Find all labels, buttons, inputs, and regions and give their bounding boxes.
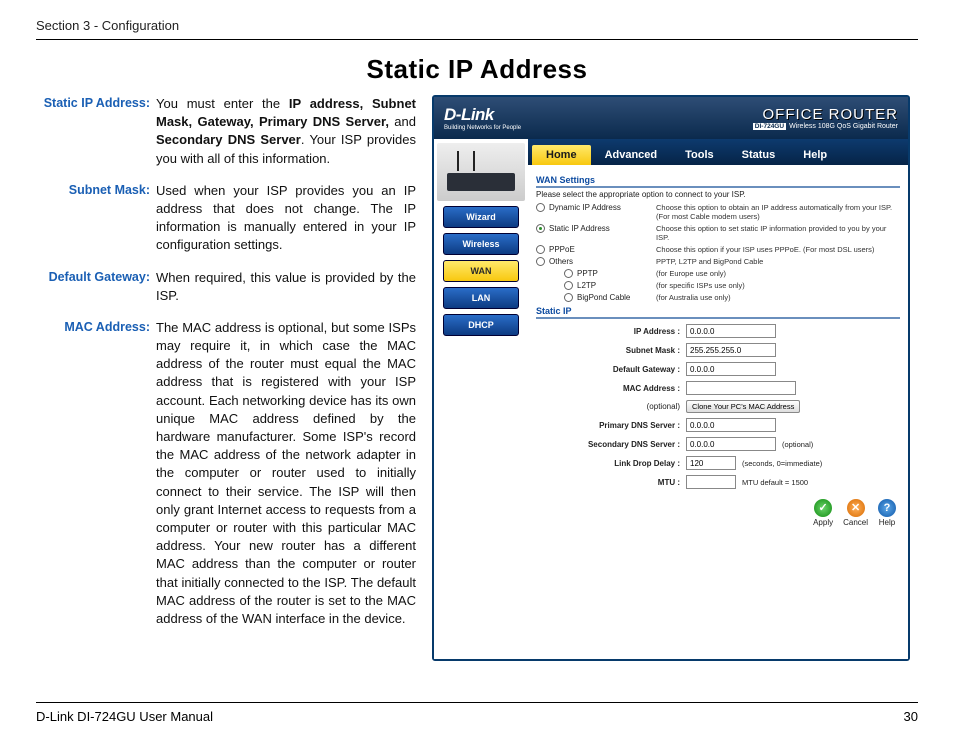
- tab-help[interactable]: Help: [789, 145, 841, 165]
- tab-tools[interactable]: Tools: [671, 145, 728, 165]
- sidebar-dhcp[interactable]: DHCP: [443, 314, 519, 336]
- dlink-logo: D-Link: [444, 105, 494, 124]
- opt-desc: Choose this option to set static IP info…: [656, 224, 900, 242]
- sidebar-lan[interactable]: LAN: [443, 287, 519, 309]
- lbl-dns2: Secondary DNS Server :: [536, 440, 686, 449]
- radio-dynamic[interactable]: [536, 203, 545, 212]
- router-sidebar: Wizard Wireless WAN LAN DHCP: [434, 139, 528, 659]
- router-screenshot: D-Link Building Networks for People OFFI…: [432, 95, 910, 661]
- router-model: DI-724GU: [753, 123, 786, 130]
- opt-desc: Choose this option to obtain an IP addre…: [656, 203, 900, 221]
- footer-left: D-Link DI-724GU User Manual: [36, 709, 213, 724]
- opt-desc: (for specific ISPs use only): [656, 281, 900, 290]
- input-ip[interactable]: [686, 324, 776, 338]
- tab-advanced[interactable]: Advanced: [591, 145, 672, 165]
- delay-suffix: (seconds, 0=immediate): [742, 459, 822, 468]
- def-text-mac: The MAC address is optional, but some IS…: [156, 319, 416, 628]
- opt-desc: PPTP, L2TP and BigPond Cable: [656, 257, 900, 266]
- router-subtitle: DI-724GUWireless 108G QoS Gigabit Router: [753, 123, 898, 130]
- opt-label: PPTP: [577, 269, 598, 278]
- wan-settings-desc: Please select the appropriate option to …: [536, 190, 900, 199]
- input-delay[interactable]: [686, 456, 736, 470]
- def-text-static-ip: You must enter the IP address, Subnet Ma…: [156, 95, 416, 168]
- wan-settings-title: WAN Settings: [536, 175, 900, 188]
- lbl-mac: MAC Address :: [536, 384, 686, 393]
- radio-others[interactable]: [536, 257, 545, 266]
- opt-desc: Choose this option if your ISP uses PPPo…: [656, 245, 900, 254]
- def-label-gateway: Default Gateway:: [36, 269, 156, 305]
- lbl-ip: IP Address :: [536, 327, 686, 336]
- router-sub: Wireless 108G QoS Gigabit Router: [789, 123, 898, 130]
- router-tabs: Home Advanced Tools Status Help: [528, 139, 908, 165]
- def-label-static-ip: Static IP Address:: [36, 95, 156, 168]
- input-dns2[interactable]: [686, 437, 776, 451]
- tab-home[interactable]: Home: [532, 145, 591, 165]
- opt-label: Static IP Address: [549, 224, 610, 233]
- radio-pptp[interactable]: [564, 269, 573, 278]
- cancel-label: Cancel: [843, 518, 868, 527]
- opt-label: Others: [549, 257, 573, 266]
- dlink-tagline: Building Networks for People: [444, 125, 521, 131]
- lbl-gateway: Default Gateway :: [536, 365, 686, 374]
- clone-mac-button[interactable]: Clone Your PC's MAC Address: [686, 400, 800, 413]
- apply-label: Apply: [813, 518, 833, 527]
- help-label: Help: [879, 518, 895, 527]
- dns2-suffix: (optional): [782, 440, 813, 449]
- lbl-subnet: Subnet Mask :: [536, 346, 686, 355]
- input-mac[interactable]: [686, 381, 796, 395]
- tab-status[interactable]: Status: [728, 145, 790, 165]
- router-banner: D-Link Building Networks for People OFFI…: [434, 97, 908, 139]
- txt: You must enter the: [156, 96, 289, 111]
- lbl-delay: Link Drop Delay :: [536, 459, 686, 468]
- def-label-subnet: Subnet Mask:: [36, 182, 156, 255]
- sidebar-wan[interactable]: WAN: [443, 260, 519, 282]
- input-mtu[interactable]: [686, 475, 736, 489]
- lbl-mtu: MTU :: [536, 478, 686, 487]
- opt-label: PPPoE: [549, 245, 575, 254]
- opt-label: L2TP: [577, 281, 596, 290]
- lbl-dns1: Primary DNS Server :: [536, 421, 686, 430]
- apply-button[interactable]: ✓Apply: [813, 499, 833, 527]
- sidebar-wizard[interactable]: Wizard: [443, 206, 519, 228]
- router-photo: [437, 143, 525, 201]
- lbl-optional: (optional): [536, 402, 686, 411]
- def-text-gateway: When required, this value is provided by…: [156, 269, 416, 305]
- opt-desc: (for Europe use only): [656, 269, 900, 278]
- radio-l2tp[interactable]: [564, 281, 573, 290]
- static-ip-section: Static IP: [536, 306, 900, 319]
- def-text-subnet: Used when your ISP provides you an IP ad…: [156, 182, 416, 255]
- close-icon: ✕: [847, 499, 865, 517]
- router-title: OFFICE ROUTER: [753, 106, 898, 123]
- sidebar-wireless[interactable]: Wireless: [443, 233, 519, 255]
- mtu-suffix: MTU default = 1500: [742, 478, 808, 487]
- page-title: Static IP Address: [36, 54, 918, 85]
- def-label-mac: MAC Address:: [36, 319, 156, 628]
- page-footer: D-Link DI-724GU User Manual 30: [36, 702, 918, 724]
- check-icon: ✓: [814, 499, 832, 517]
- opt-label: BigPond Cable: [577, 293, 630, 302]
- txt-bold: Secondary DNS Server: [156, 132, 301, 147]
- input-gateway[interactable]: [686, 362, 776, 376]
- opt-desc: (for Australia use only): [656, 293, 900, 302]
- radio-static[interactable]: [536, 224, 545, 233]
- radio-bigpond[interactable]: [564, 293, 573, 302]
- help-icon: ?: [878, 499, 896, 517]
- input-dns1[interactable]: [686, 418, 776, 432]
- cancel-button[interactable]: ✕Cancel: [843, 499, 868, 527]
- page-number: 30: [904, 709, 918, 724]
- input-subnet[interactable]: [686, 343, 776, 357]
- section-header: Section 3 - Configuration: [36, 18, 918, 40]
- opt-label: Dynamic IP Address: [549, 203, 621, 212]
- radio-pppoe[interactable]: [536, 245, 545, 254]
- definitions-column: Static IP Address: You must enter the IP…: [36, 95, 416, 661]
- help-button[interactable]: ?Help: [878, 499, 896, 527]
- txt: and: [389, 114, 416, 129]
